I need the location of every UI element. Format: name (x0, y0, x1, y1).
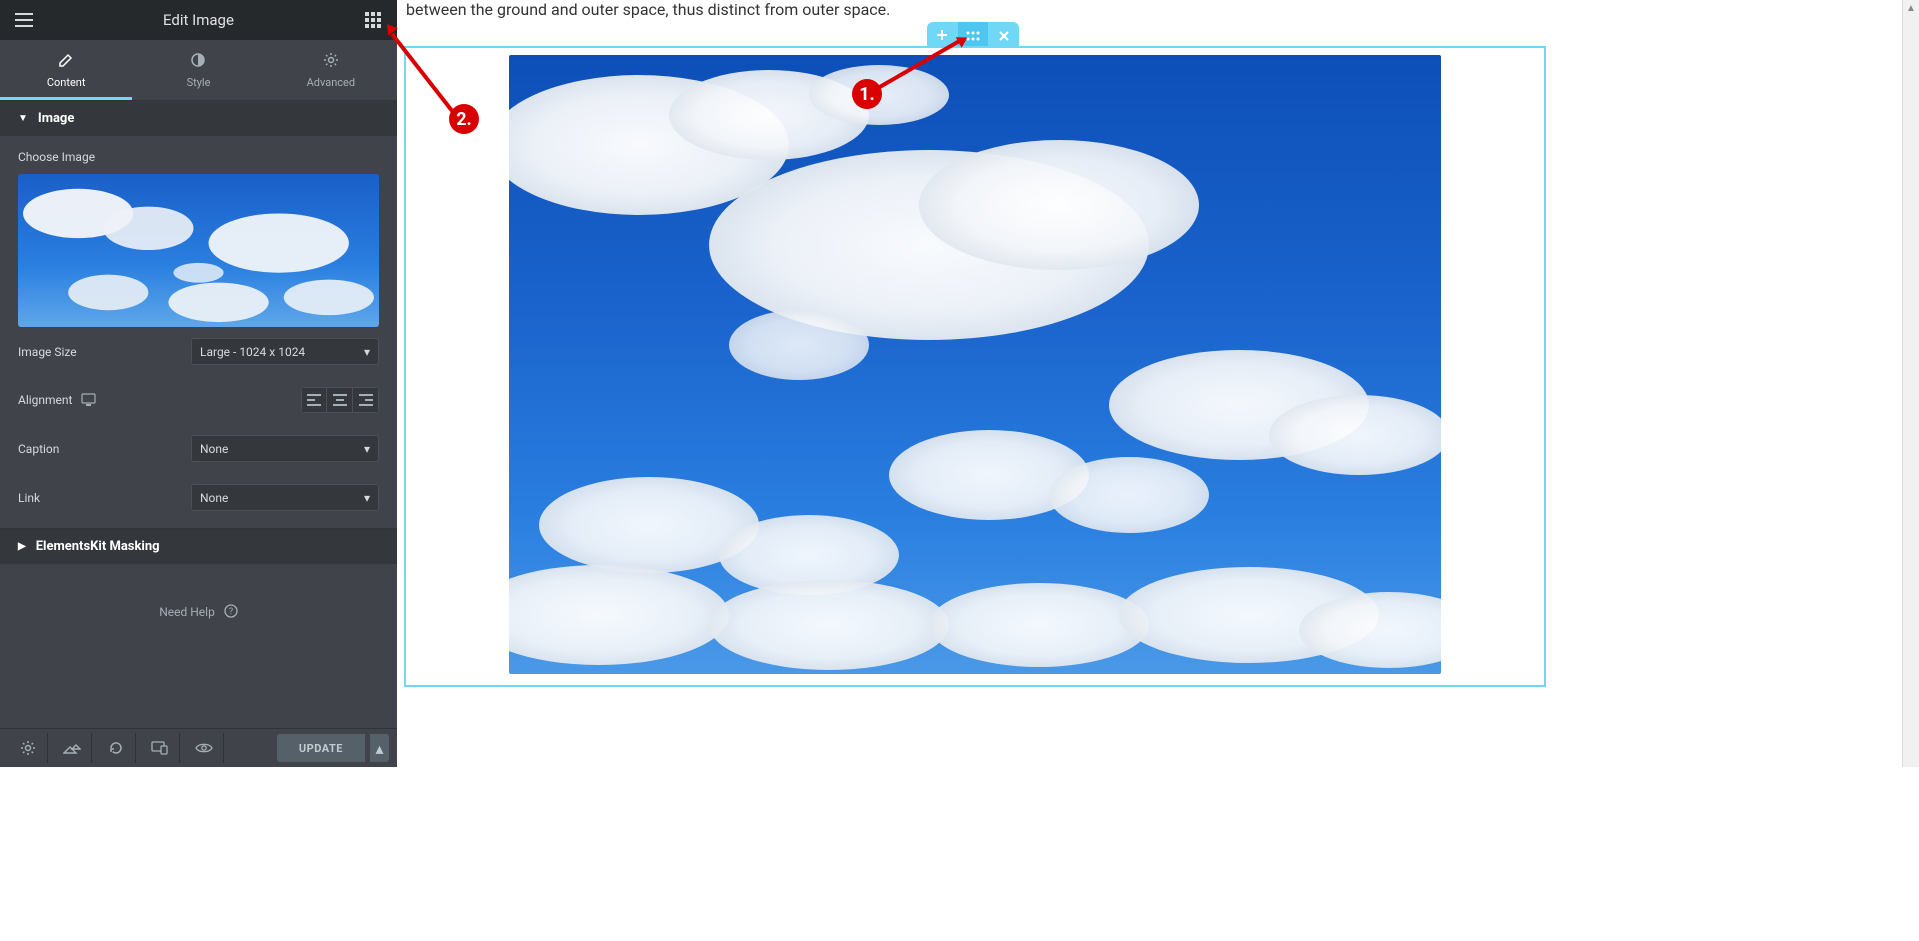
link-row: Link None ▾ (18, 473, 379, 522)
tab-content[interactable]: Content (0, 40, 132, 100)
caret-right-icon: ▶ (18, 541, 26, 552)
link-value: None (200, 491, 228, 505)
section-image-label: Image (38, 111, 74, 126)
alignment-label: Alignment (18, 393, 99, 408)
section-toolbar (927, 22, 1019, 48)
editor-canvas: between the ground and outer space, thus… (397, 0, 1552, 767)
caret-down-icon: ▼ (18, 113, 28, 124)
need-help-link[interactable]: Need Help ? (0, 564, 397, 659)
image-size-value: Large - 1024 x 1024 (200, 345, 305, 359)
chevron-down-icon: ▾ (364, 442, 370, 456)
sidebar-header: Edit Image (0, 0, 397, 40)
section-masking-header[interactable]: ▶ ElementsKit Masking (0, 528, 397, 564)
choose-image-label: Choose Image (18, 150, 379, 164)
align-buttons (301, 387, 379, 413)
link-select[interactable]: None ▾ (191, 484, 379, 511)
sidebar-title: Edit Image (38, 11, 359, 29)
image-widget[interactable] (509, 55, 1441, 674)
alignment-label-text: Alignment (18, 393, 72, 407)
link-label: Link (18, 491, 40, 505)
tab-advanced-label: Advanced (307, 76, 355, 89)
section-delete-button[interactable] (988, 22, 1019, 48)
update-button-label: UPDATE (299, 742, 343, 755)
vertical-scrollbar[interactable] (1902, 0, 1919, 767)
align-right-button[interactable] (353, 387, 379, 413)
caption-row: Caption None ▾ (18, 424, 379, 473)
tab-content-label: Content (47, 76, 86, 89)
style-icon (132, 52, 264, 71)
responsive-devices-icon[interactable] (81, 393, 99, 407)
scroll-up-button[interactable] (1903, 0, 1919, 17)
image-preview[interactable] (18, 174, 379, 327)
caption-select[interactable]: None ▾ (191, 435, 379, 462)
section-image-header[interactable]: ▼ Image (0, 101, 397, 136)
chevron-down-icon: ▾ (364, 491, 370, 505)
svg-text:?: ? (229, 607, 233, 617)
tabs-row: Content Style Advanced (0, 40, 397, 101)
responsive-button[interactable] (140, 733, 180, 763)
caption-value: None (200, 442, 228, 456)
navigator-button[interactable] (52, 733, 92, 763)
editor-sidebar: Edit Image Content Style Advan (0, 0, 397, 767)
settings-button[interactable] (8, 733, 48, 763)
annotation-badge-2: 2. (449, 104, 479, 134)
tab-advanced[interactable]: Advanced (265, 40, 397, 100)
sidebar-footer: UPDATE ▴ (0, 728, 397, 767)
chevron-up-icon: ▴ (375, 739, 383, 758)
align-center-button[interactable] (327, 387, 353, 413)
form-area: Choose Image Image Size (0, 136, 397, 522)
update-button[interactable]: UPDATE (277, 734, 365, 762)
annotation-badge-1: 1. (852, 79, 882, 109)
section-frame[interactable] (404, 46, 1546, 687)
menu-icon[interactable] (10, 6, 38, 34)
tab-style[interactable]: Style (132, 40, 264, 100)
align-left-button[interactable] (301, 387, 327, 413)
preview-button[interactable] (184, 733, 224, 763)
image-size-label: Image Size (18, 345, 77, 359)
close-icon (999, 26, 1009, 45)
pencil-icon (0, 52, 132, 71)
caption-label: Caption (18, 442, 59, 456)
gear-icon (265, 52, 397, 71)
section-masking-label: ElementsKit Masking (36, 539, 160, 554)
tab-style-label: Style (187, 76, 211, 89)
history-button[interactable] (96, 733, 136, 763)
need-help-text: Need Help (159, 605, 215, 619)
update-dropdown[interactable]: ▴ (369, 734, 389, 762)
page-text: between the ground and outer space, thus… (406, 0, 1506, 19)
alignment-row: Alignment (18, 376, 379, 424)
chevron-down-icon: ▾ (364, 345, 370, 359)
plus-icon (936, 26, 948, 45)
image-size-row: Image Size Large - 1024 x 1024 ▾ (18, 327, 379, 376)
help-icon: ? (218, 605, 238, 619)
image-size-select[interactable]: Large - 1024 x 1024 ▾ (191, 338, 379, 365)
